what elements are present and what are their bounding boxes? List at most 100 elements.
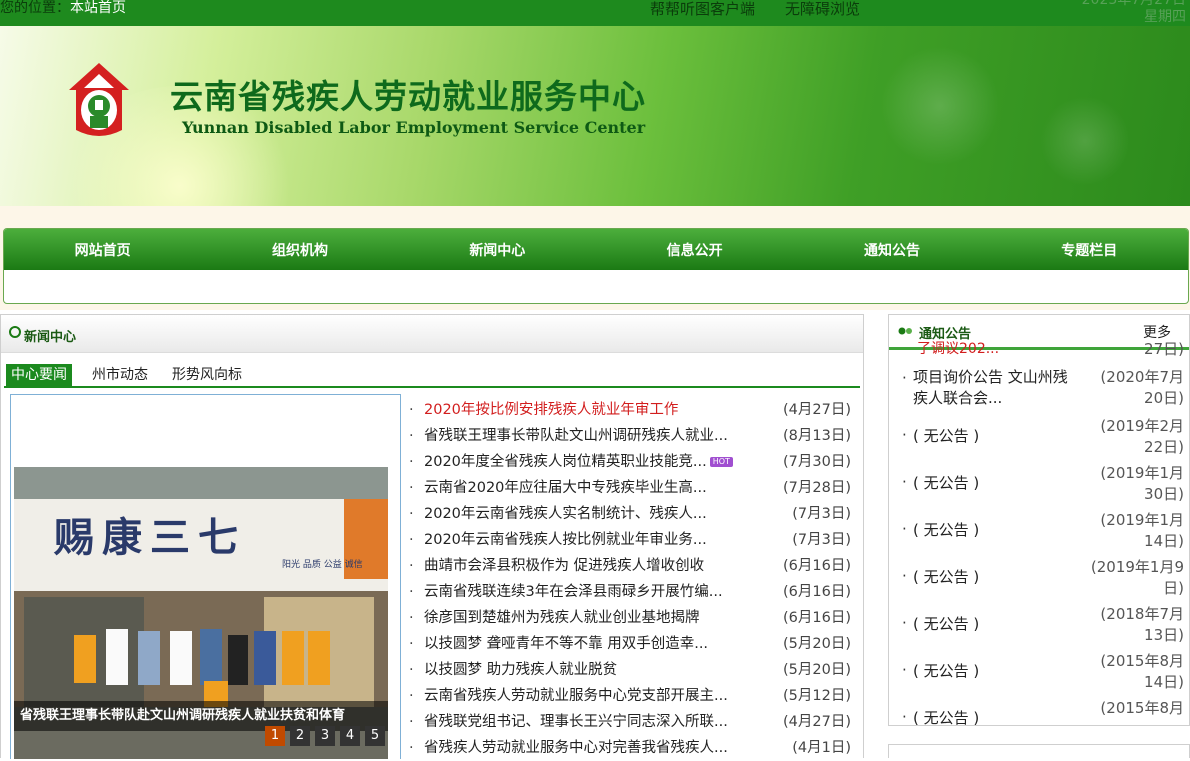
news-date: (4月27日) — [783, 402, 851, 418]
notice-title[interactable]: ( 无公告 ) — [913, 708, 1073, 725]
news-panel-title: 新闻中心 — [24, 330, 77, 345]
bullet-icon: · — [409, 506, 414, 522]
slide-page-button[interactable]: 3 — [315, 726, 335, 746]
bullet-icon: · — [409, 662, 414, 678]
notice-item[interactable]: · ( 无公告 ) (2019年2月22日) — [889, 416, 1189, 460]
news-list-item[interactable]: · 省残疾人劳动就业服务中心对完善我省残疾人... (4月1日) — [409, 735, 857, 761]
nav-item-home[interactable]: 网站首页 — [4, 229, 201, 270]
news-list-item[interactable]: · 云南省2020年应往届大中专残疾毕业生高... (7月28日) — [409, 475, 857, 501]
tab-trends[interactable]: 形势风向标 — [172, 364, 242, 386]
news-title[interactable]: 以技圆梦 聋哑青年不等不靠 用双手创造幸... — [424, 631, 708, 657]
nav-item-topics[interactable]: 专题栏目 — [991, 229, 1188, 270]
news-title[interactable]: 云南省残联连续3年在会泽县雨碌乡开展竹编... — [424, 579, 723, 605]
bullet-icon: · — [409, 740, 414, 756]
news-title[interactable]: 曲靖市会泽县积极作为 促进残疾人增收创收 — [424, 553, 704, 579]
news-title[interactable]: 省残疾人劳动就业服务中心对完善我省残疾人... — [424, 735, 728, 761]
slide-page-button[interactable]: 5 — [365, 726, 385, 746]
news-title[interactable]: 徐彦国到楚雄州为残疾人就业创业基地揭牌 — [424, 605, 700, 631]
notice-title[interactable]: 项目询价公告 文山州残疾人联合会... — [913, 367, 1073, 409]
news-tabs: 中心要闻 州市动态 形势风向标 — [4, 362, 860, 388]
notice-item[interactable]: · ( 无公告 ) (2015年8月 — [889, 698, 1189, 725]
notice-title[interactable]: ( 无公告 ) — [913, 473, 1073, 494]
banner-bokeh — [880, 46, 1000, 166]
news-date: (8月13日) — [783, 428, 851, 444]
news-date: (5月12日) — [783, 688, 851, 704]
notice-title[interactable]: ( 无公告 ) — [913, 426, 1073, 447]
news-date: (6月16日) — [783, 610, 851, 626]
news-title[interactable]: 2020年云南省残疾人实名制统计、残疾人... — [424, 501, 707, 527]
date-text: 2023年7月27日 — [1081, 0, 1186, 8]
slideshow-photo[interactable]: 赐康三七 阳光 品质 公益 诚信 省残联王理事长带队赴文山州调研残疾人就业扶贫和… — [14, 467, 388, 759]
news-list-item[interactable]: · 省残联党组书记、理事长王兴宁同志深入所联... (4月27日) — [409, 709, 857, 735]
news-list-item[interactable]: · 省残联王理事长带队赴文山州调研残疾人就业... (8月13日) — [409, 423, 857, 449]
news-title[interactable]: 2020年云南省残疾人按比例就业年审业务... — [424, 527, 707, 553]
news-date: (6月16日) — [783, 558, 851, 574]
nav-bar: 网站首页 组织机构 新闻中心 信息公开 通知公告 专题栏目 — [4, 229, 1188, 270]
notice-date: (2019年1月9日) — [1090, 558, 1184, 597]
notice-item[interactable]: · ( 无公告 ) (2019年1月30日) — [889, 463, 1189, 507]
tab-prefecture-news[interactable]: 州市动态 — [92, 364, 148, 386]
bullet-icon: · — [902, 567, 907, 585]
bullet-icon: · — [409, 610, 414, 626]
news-date: (7月3日) — [792, 532, 851, 548]
notice-item[interactable]: · ( 无公告 ) (2019年1月9日) — [889, 557, 1189, 601]
breadcrumb-label: 您的位置： — [0, 0, 70, 16]
bullet-icon: · — [409, 714, 414, 730]
notice-date: (2019年1月14日) — [1100, 511, 1184, 550]
news-date: (5月20日) — [783, 636, 851, 652]
slide-page-button[interactable]: 2 — [290, 726, 310, 746]
bullet-icon: · — [409, 532, 414, 548]
notice-item[interactable]: · ( 无公告 ) (2015年8月14日) — [889, 651, 1189, 695]
news-list-item[interactable]: · 云南省残疾人劳动就业服务中心党支部开展主... (5月12日) — [409, 683, 857, 709]
news-list-item[interactable]: · 以技圆梦 助力残疾人就业脱贫 (5月20日) — [409, 657, 857, 683]
news-title[interactable]: 以技圆梦 助力残疾人就业脱贫 — [424, 657, 617, 683]
dots-icon — [898, 327, 912, 335]
news-list-item[interactable]: · 以技圆梦 聋哑青年不等不靠 用双手创造幸... (5月20日) — [409, 631, 857, 657]
nav-item-organization[interactable]: 组织机构 — [201, 229, 398, 270]
news-list: · 2020年按比例安排残疾人就业年审工作 (4月27日) · 省残联王理事长带队赴文山… — [409, 397, 857, 761]
news-date: (4月27日) — [783, 714, 851, 730]
slide-page-button[interactable]: 4 — [340, 726, 360, 746]
news-title[interactable]: 省残联王理事长带队赴文山州调研残疾人就业... — [424, 423, 728, 449]
nav-item-info-public[interactable]: 信息公开 — [596, 229, 793, 270]
news-list-item[interactable]: · 曲靖市会泽县积极作为 促进残疾人增收创收 (6月16日) — [409, 553, 857, 579]
listen-client-link[interactable]: 帮帮听图客户端 — [650, 0, 755, 19]
notice-date: (2018年7月13日) — [1100, 605, 1184, 644]
news-title[interactable]: 2020年按比例安排残疾人就业年审工作 — [424, 397, 678, 423]
bullet-icon: · — [902, 369, 907, 387]
news-title[interactable]: 省残联党组书记、理事长王兴宁同志深入所联... — [424, 709, 728, 735]
news-date: (7月28日) — [783, 480, 851, 496]
news-title[interactable]: 2020年度全省残疾人岗位精英职业技能竞... HOT — [424, 449, 733, 475]
bullet-icon: · — [902, 614, 907, 632]
news-list-item[interactable]: · 云南省残联连续3年在会泽县雨碌乡开展竹编... (6月16日) — [409, 579, 857, 605]
notice-title[interactable]: ( 无公告 ) — [913, 567, 1073, 588]
news-list-item[interactable]: · 2020年度全省残疾人岗位精英职业技能竞... HOT (7月30日) — [409, 449, 857, 475]
bullet-icon: · — [409, 454, 414, 470]
notice-title[interactable]: ( 无公告 ) — [913, 614, 1073, 635]
nav-item-news[interactable]: 新闻中心 — [399, 229, 596, 270]
breadcrumb-current[interactable]: 本站首页 — [70, 0, 126, 16]
accessible-browse-link[interactable]: 无障碍浏览 — [785, 0, 860, 19]
notice-item-partial[interactable]: 了调议202... 27日) — [889, 339, 1189, 361]
notice-item[interactable]: · ( 无公告 ) (2019年1月14日) — [889, 510, 1189, 554]
tab-center-news[interactable]: 中心要闻 — [6, 364, 72, 386]
news-list-item[interactable]: · 徐彦国到楚雄州为残疾人就业创业基地揭牌 (6月16日) — [409, 605, 857, 631]
notice-panel: 通知公告 更多 了调议202... 27日) · 项目询价公告 文山州残疾人联合会… — [888, 314, 1190, 726]
slide-page-button[interactable]: 1 — [265, 726, 285, 746]
notice-title[interactable]: ( 无公告 ) — [913, 661, 1073, 682]
news-title[interactable]: 云南省2020年应往届大中专残疾毕业生高... — [424, 475, 707, 501]
news-list-item[interactable]: · 2020年云南省残疾人按比例就业年审业务... (7月3日) — [409, 527, 857, 553]
news-list-item[interactable]: · 2020年按比例安排残疾人就业年审工作 (4月27日) — [409, 397, 857, 423]
nav-item-notices[interactable]: 通知公告 — [793, 229, 990, 270]
news-date: (5月20日) — [783, 662, 851, 678]
news-title[interactable]: 云南省残疾人劳动就业服务中心党支部开展主... — [424, 683, 728, 709]
notice-item[interactable]: · ( 无公告 ) (2018年7月13日) — [889, 604, 1189, 648]
notice-item[interactable]: · 项目询价公告 文山州残疾人联合会... (2020年7月20日) — [889, 367, 1189, 411]
notice-title[interactable]: ( 无公告 ) — [913, 520, 1073, 541]
site-logo-icon[interactable] — [66, 60, 132, 140]
photo-sign-text: 赐康三七 — [54, 515, 246, 561]
circle-bullet-icon — [9, 326, 21, 338]
news-list-item[interactable]: · 2020年云南省残疾人实名制统计、残疾人... (7月3日) — [409, 501, 857, 527]
weekday-text: 星期四 — [1144, 9, 1186, 25]
side-panel-stub — [888, 744, 1190, 758]
